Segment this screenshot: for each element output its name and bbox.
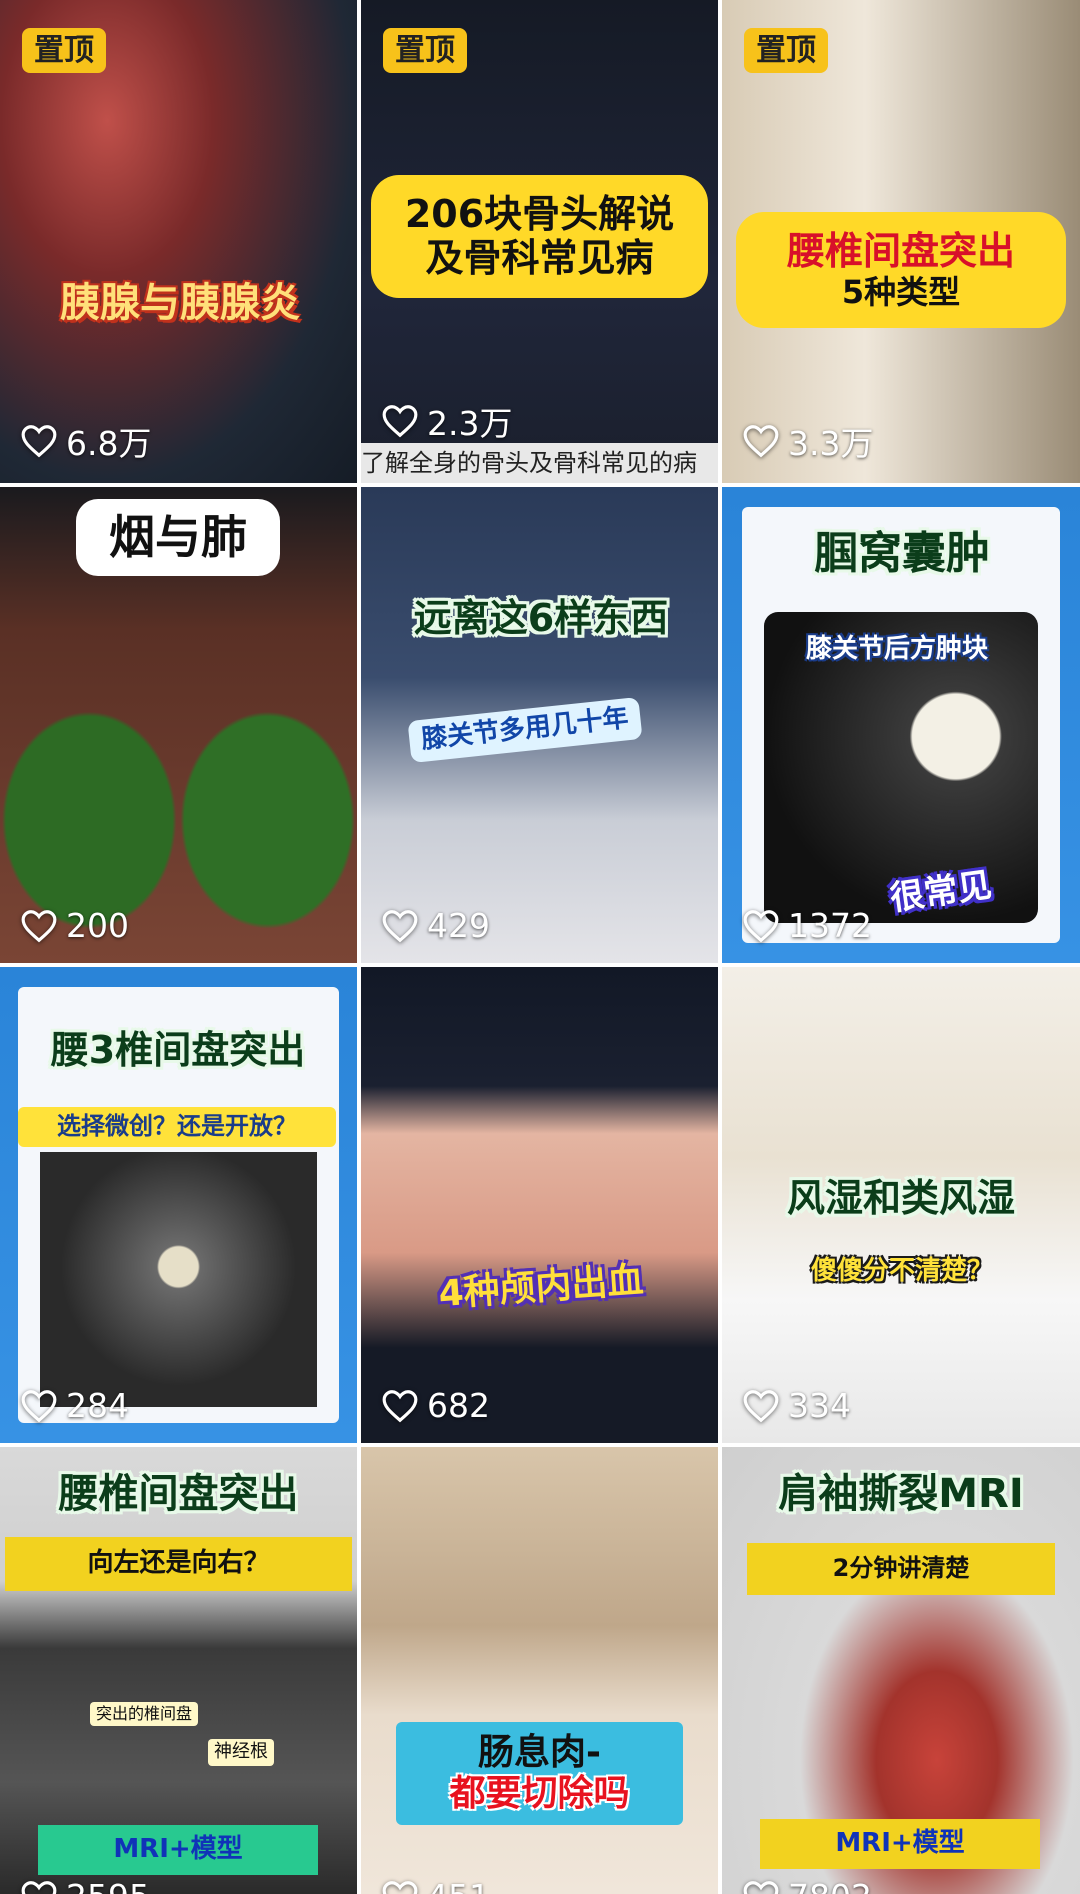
video-card[interactable]: 腘窝囊肿 膝关节后方肿块 很常见 1372 [722,487,1080,963]
heart-outline-icon [21,425,57,458]
video-caption: 烟与肺 [76,499,280,576]
video-caption-sub: 选择微创？还是开放？ [18,1107,336,1147]
heart-outline-icon [21,1880,57,1894]
mri-image [40,1152,317,1407]
video-card[interactable]: 肩袖撕裂MRI 2分钟讲清楚 MRI+模型 7802 [722,1447,1080,1894]
like-count: 200 [20,906,129,945]
heart-outline-icon [382,909,418,942]
heart-outline-icon [743,909,779,942]
video-caption: 肩袖撕裂MRI [778,1471,1024,1517]
like-count: 682 [381,1386,490,1425]
video-card[interactable]: 4种颅内出血 682 [361,967,718,1443]
video-caption: 远离这6样东西 [413,596,669,640]
heart-outline-icon [743,1880,779,1894]
video-caption: 腘窝囊肿 [814,528,990,579]
heart-outline-icon [21,909,57,942]
video-card[interactable]: 置顶 206块骨头解说 及骨科常见病 了解全身的骨头及骨科常见的病 2.3万 [361,0,718,483]
like-count: 2.3万 [381,397,512,445]
like-count: 284 [20,1386,129,1425]
video-card[interactable]: 置顶 胰腺与胰腺炎 6.8万 [0,0,357,483]
video-caption: 腰3椎间盘突出 [50,1028,306,1072]
video-card[interactable]: 腰3椎间盘突出 选择微创？还是开放？ 284 [0,967,357,1443]
heart-outline-icon [382,1880,418,1894]
video-card[interactable]: 烟与肺 200 [0,487,357,963]
thumbnail [361,1447,718,1894]
pinned-badge: 置顶 [22,28,106,73]
video-card[interactable]: 腰椎间盘突出 向左还是向右？ 突出的椎间盘 神经根 MRI+模型 2595 [0,1447,357,1894]
pinned-badge: 置顶 [744,28,828,73]
heart-outline-icon [743,425,779,458]
like-count: 429 [381,906,490,945]
annotation-label: 神经根 [208,1739,274,1766]
thumbnail [361,967,718,1443]
heart-outline-icon [382,405,418,438]
video-caption-tag: MRI+模型 [760,1819,1040,1869]
video-caption: 腰椎间盘突出 5种类型 [736,212,1066,329]
heart-outline-icon [743,1389,779,1422]
like-count: 3.3万 [742,417,873,465]
like-count: 1372 [742,906,872,945]
video-card[interactable]: 远离这6样东西 膝关节多用几十年 429 [361,487,718,963]
video-caption: 206块骨头解说 及骨科常见病 [371,175,708,299]
video-grid: 置顶 胰腺与胰腺炎 6.8万 置顶 206块骨头解说 及骨科常见病 了解全身的骨… [0,0,1080,1894]
video-caption: 胰腺与胰腺炎 [60,280,300,326]
like-count: 451 [381,1877,490,1894]
like-count: 7802 [742,1877,872,1894]
pinned-badge: 置顶 [383,28,467,73]
subtitle-bar: 了解全身的骨头及骨科常见的病 [361,443,718,483]
video-card[interactable]: 风湿和类风湿 傻傻分不清楚？ 334 [722,967,1080,1443]
video-caption-sub: 傻傻分不清楚？ [810,1256,993,1286]
like-count: 2595 [20,1877,150,1894]
heart-outline-icon [21,1389,57,1422]
video-card[interactable]: 肠息肉- 都要切除吗 451 [361,1447,718,1894]
heart-outline-icon [382,1389,418,1422]
like-count: 6.8万 [20,417,151,465]
video-caption: 肠息肉- 都要切除吗 [396,1722,683,1825]
video-card[interactable]: 置顶 腰椎间盘突出 5种类型 3.3万 [722,0,1080,483]
annotation-label: 突出的椎间盘 [90,1702,199,1727]
video-caption: 腰椎间盘突出 [58,1471,299,1517]
video-caption: 风湿和类风湿 [786,1176,1015,1220]
video-caption-sub: 向左还是向右？ [5,1537,352,1591]
video-caption-sub: 2分钟讲清楚 [747,1543,1055,1595]
video-caption-sub: 膝关节后方肿块 [805,634,988,664]
like-count: 334 [742,1386,851,1425]
video-caption-tag: MRI+模型 [38,1825,318,1875]
